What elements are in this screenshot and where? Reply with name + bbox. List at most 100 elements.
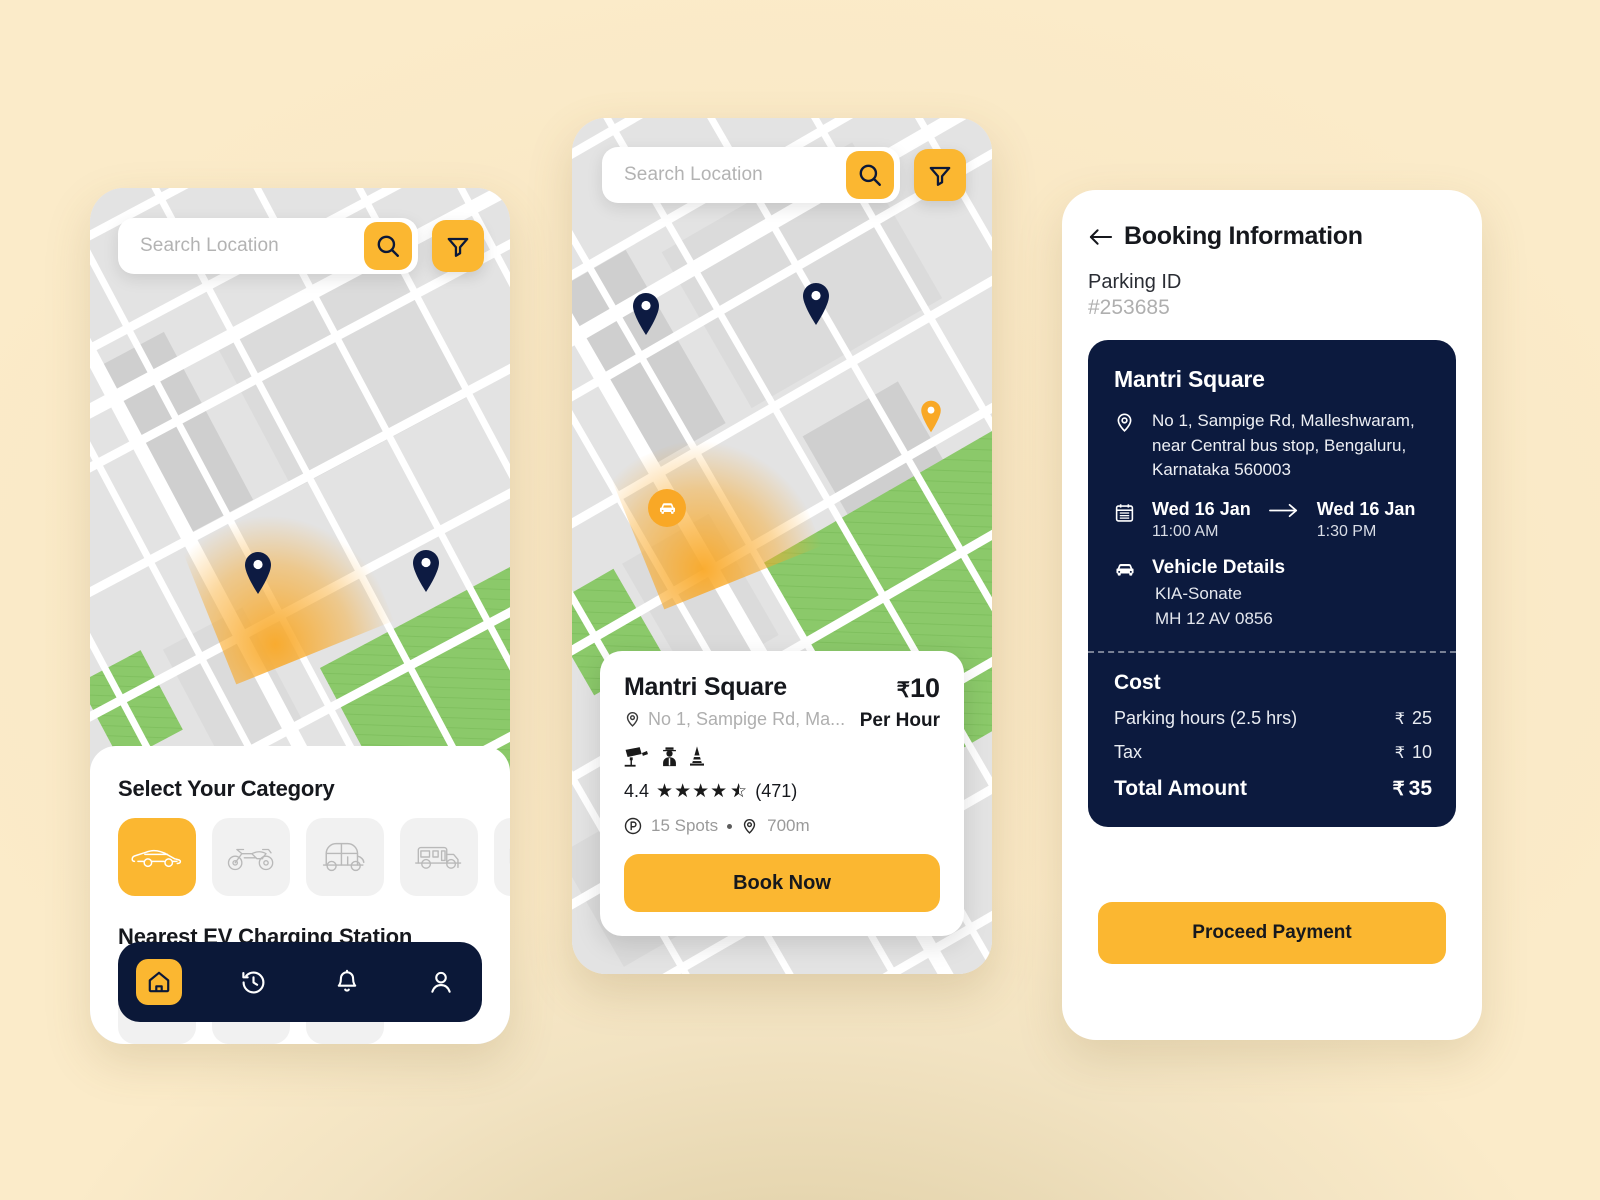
currency-symbol: ₹	[1394, 744, 1405, 762]
spots-count: 15 Spots	[651, 816, 719, 835]
vehicle-details-title: Vehicle Details	[1152, 556, 1286, 578]
amount-value: 25	[1411, 707, 1432, 728]
place-price: ₹10	[860, 673, 940, 704]
price-value: 10	[909, 673, 940, 703]
start-time: 11:00 AM	[1152, 522, 1219, 540]
book-now-button[interactable]: Book Now	[624, 854, 940, 912]
end-date: Wed 16 Jan	[1316, 498, 1416, 519]
bottom-navigation	[118, 942, 482, 1022]
search-icon	[859, 164, 881, 186]
calendar-icon	[1114, 499, 1136, 541]
phone-screen-home: Search Location Select Your Category Nea…	[90, 188, 510, 1044]
end-datetime: Wed 16 Jan 1:30 PM	[1317, 499, 1416, 541]
location-pin-icon	[626, 712, 639, 727]
filter-icon	[447, 237, 469, 257]
parking-id-value: #253685	[1088, 296, 1170, 319]
phone-screen-booking: Booking Information Parking ID #253685 M…	[1062, 190, 1482, 1040]
home-icon	[148, 971, 170, 993]
active-parking-marker[interactable]	[648, 489, 686, 527]
rating-count: (471)	[755, 781, 798, 801]
search-button[interactable]	[846, 151, 894, 199]
booking-address-row: No 1, Sampige Rd, Malleshwaram, near Cen…	[1114, 409, 1432, 483]
booking-place-name: Mantri Square	[1114, 366, 1265, 392]
truck-icon	[509, 848, 510, 864]
category-tile-row	[118, 818, 510, 896]
search-row-map: Search Location	[602, 147, 966, 203]
nav-item-history[interactable]	[230, 959, 276, 1005]
cone-icon	[690, 746, 704, 766]
place-card-header: Mantri Square No 1, Sampige Rd, Ma... ₹1…	[624, 673, 940, 732]
currency-symbol: ₹	[896, 679, 910, 702]
search-icon	[377, 235, 399, 257]
phone-screen-map: Search Location Mantri Square No 1, Samp…	[572, 118, 992, 974]
cost-label: Parking hours (2.5 hrs)	[1114, 707, 1298, 728]
nav-item-profile[interactable]	[418, 959, 464, 1005]
place-address: No 1, Sampige Rd, Ma...	[648, 709, 846, 729]
parking-place-card: Mantri Square No 1, Sampige Rd, Ma... ₹1…	[600, 651, 964, 936]
search-input-wrapper[interactable]: Search Location	[602, 147, 900, 203]
booking-summary-card: Mantri Square No 1, Sampige Rd, Malleshw…	[1088, 340, 1456, 827]
booking-header: Booking Information	[1088, 222, 1456, 251]
history-icon	[241, 971, 264, 993]
back-arrow-icon[interactable]	[1088, 226, 1113, 248]
place-name: Mantri Square	[624, 673, 787, 701]
date-range: Wed 16 Jan 11:00 AM Wed 16 Jan 1:30 PM	[1152, 499, 1415, 541]
total-label: Total Amount	[1114, 776, 1247, 800]
location-pin-icon	[743, 818, 756, 834]
search-input[interactable]: Search Location	[624, 164, 846, 186]
start-datetime: Wed 16 Jan 11:00 AM	[1152, 499, 1251, 541]
rating-row: 4.4 ★★★★☆★ (471)	[624, 780, 940, 803]
map-pin[interactable]	[410, 549, 442, 593]
booking-address: No 1, Sampige Rd, Malleshwaram, near Cen…	[1152, 411, 1415, 480]
map-pin[interactable]	[242, 551, 274, 595]
booking-vehicle-row: Vehicle Details KIA-Sonate MH 12 AV 0856	[1114, 557, 1432, 629]
search-button[interactable]	[364, 222, 412, 270]
parking-id-label: Parking ID	[1088, 271, 1182, 293]
cost-row-parking-hours: Parking hours (2.5 hrs) ₹25	[1114, 708, 1432, 729]
cost-title: Cost	[1114, 670, 1161, 694]
person-icon	[431, 971, 451, 993]
auto-rickshaw-icon	[322, 842, 365, 872]
guard-icon	[663, 747, 676, 767]
right-arrow-icon	[1268, 499, 1299, 523]
category-tile-auto[interactable]	[306, 818, 384, 896]
vehicle-model: KIA-Sonate	[1155, 583, 1242, 603]
total-value: 35	[1408, 776, 1432, 800]
total-amount: ₹35	[1393, 777, 1432, 801]
cctv-icon	[624, 747, 648, 767]
cost-label: Tax	[1114, 741, 1143, 762]
separator-dot	[727, 823, 733, 829]
place-meta-row: 15 Spots 700m	[624, 816, 940, 836]
category-tile-bike[interactable]	[212, 818, 290, 896]
rating-value: 4.4	[624, 781, 650, 801]
category-tile-bus[interactable]	[400, 818, 478, 896]
category-tile-car[interactable]	[118, 818, 196, 896]
search-input-wrapper[interactable]: Search Location	[118, 218, 418, 274]
location-pin-icon	[1114, 409, 1136, 483]
currency-symbol: ₹	[1394, 710, 1405, 728]
amenities-row	[624, 745, 940, 767]
filter-button[interactable]	[432, 220, 484, 272]
category-tile-truck[interactable]	[494, 818, 510, 896]
page-title: Booking Information	[1124, 222, 1363, 250]
nav-item-notifications[interactable]	[324, 959, 370, 1005]
car-marker-icon	[659, 502, 675, 514]
distance-value: 700m	[767, 816, 810, 835]
price-unit: Per Hour	[859, 710, 940, 731]
bell-icon	[337, 969, 357, 992]
search-input[interactable]: Search Location	[140, 235, 364, 257]
cost-amount: ₹10	[1395, 742, 1432, 763]
nav-item-home[interactable]	[136, 959, 182, 1005]
card-divider	[1088, 650, 1456, 653]
search-row-home: Search Location	[118, 218, 484, 274]
map-pin[interactable]	[630, 292, 662, 336]
map-pin-highlight[interactable]	[919, 400, 943, 433]
bus-icon	[415, 846, 462, 869]
proceed-payment-button[interactable]: Proceed Payment	[1098, 902, 1446, 964]
motorbike-icon	[227, 848, 274, 871]
map-pin[interactable]	[800, 282, 832, 326]
cost-row-tax: Tax ₹10	[1114, 742, 1432, 763]
filter-icon	[929, 166, 951, 186]
filter-button[interactable]	[914, 149, 966, 201]
cost-row-total: Total Amount ₹35	[1114, 777, 1432, 801]
